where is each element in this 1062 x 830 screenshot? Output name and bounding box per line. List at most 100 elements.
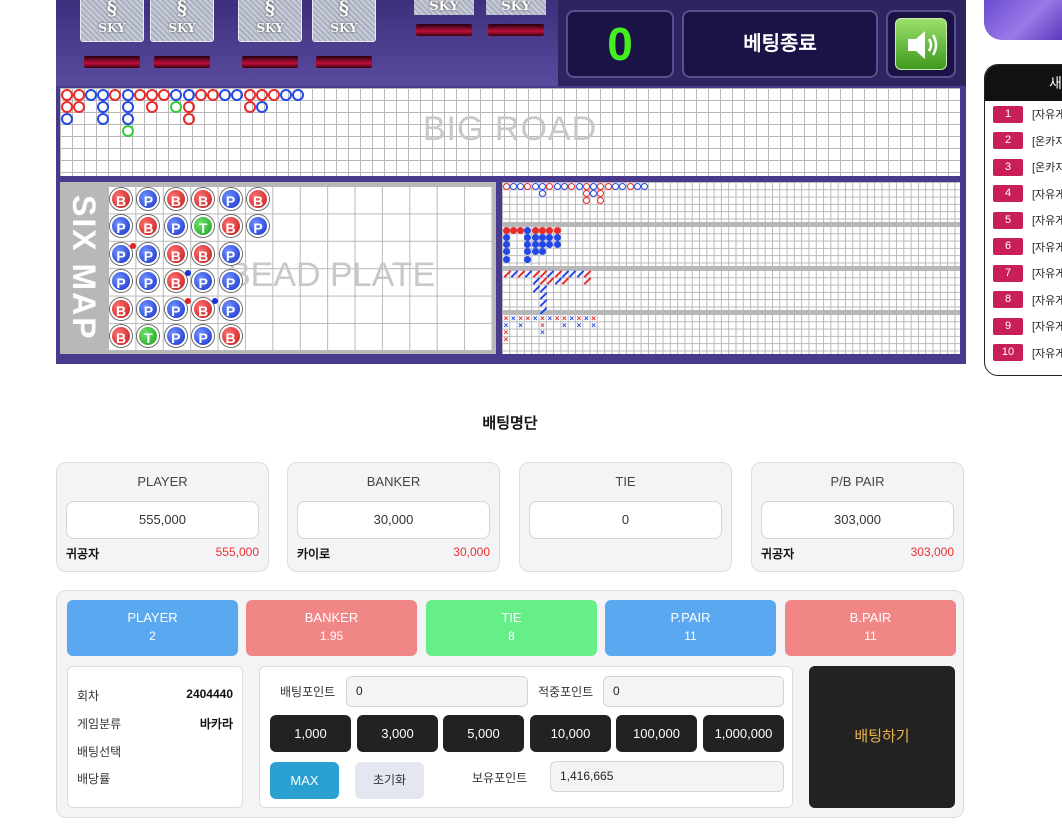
road-mark	[503, 270, 511, 278]
notice-item[interactable]: 6 [자유게	[985, 234, 1062, 261]
notice-item[interactable]: 9 [자유게	[985, 313, 1062, 340]
notice-item[interactable]: 7 [자유게	[985, 260, 1062, 287]
bet-option-player[interactable]: PLAYER 2	[67, 600, 238, 656]
road-mark	[539, 241, 546, 249]
bet-option-banker[interactable]: BANKER 1.95	[246, 600, 417, 656]
notice-item[interactable]: 4 [자유게	[985, 181, 1062, 208]
bet-summary-player: PLAYER 555,000 귀공자 555,000	[56, 462, 269, 572]
card-back: SKY	[486, 0, 546, 15]
bet-point-label: 배팅포인트	[280, 685, 336, 699]
bead-mark: P	[164, 325, 187, 347]
road-mark	[546, 241, 554, 249]
notice-number: 9	[993, 317, 1023, 335]
big-road-mark	[194, 88, 207, 101]
road-mark	[597, 189, 605, 197]
countdown-display: 0	[566, 10, 674, 78]
road-mark	[641, 182, 649, 190]
notice-item[interactable]: 1 [자유게	[985, 101, 1062, 128]
road-mark	[524, 226, 532, 234]
notice-number: 10	[993, 344, 1023, 362]
road-mark	[539, 248, 546, 256]
road-mark	[531, 182, 539, 190]
big-road-mark	[206, 88, 219, 101]
road-mark	[524, 182, 532, 190]
option-name: PLAYER	[127, 610, 178, 625]
big-road-mark	[243, 100, 256, 113]
notice-number: 4	[993, 185, 1023, 203]
road-mark	[553, 241, 561, 249]
notice-item[interactable]: 3 [온카지	[985, 154, 1062, 181]
bead-mark: P	[137, 297, 160, 320]
hit-point-label: 적중포인트	[538, 685, 594, 699]
control-area: 0 베팅종료	[558, 0, 966, 86]
road-mark	[502, 241, 510, 249]
road-mark	[531, 233, 539, 241]
notice-item[interactable]: 10 [자유게	[985, 340, 1062, 367]
big-road-mark	[60, 100, 73, 113]
bead-mark: P	[164, 297, 187, 320]
derived-roads: × × × × × × × × × × × × × × × × × × × × × ×	[502, 182, 960, 354]
reset-button[interactable]: 초기화	[355, 762, 424, 799]
game-type-row: 게임분류 바카라	[77, 715, 233, 735]
game-page: § SKY § SKY § SKY § SKY SKY SKY 0 베팅종료 B…	[0, 0, 1062, 830]
notice-title: [자유게	[1032, 321, 1062, 334]
betting-status: 베팅종료	[682, 10, 878, 78]
road-mark	[560, 182, 568, 190]
x-road: × × × × × × × × × × × × × × × × × × × × × ×	[502, 314, 960, 354]
big-road-mark	[133, 88, 146, 101]
road-mark	[582, 182, 590, 190]
road-mark	[546, 233, 554, 241]
big-road-mark	[109, 88, 122, 101]
sound-button[interactable]	[886, 10, 956, 78]
bet-summary-banker: BANKER 30,000 카이로 30,000	[287, 462, 500, 572]
big-road-mark	[255, 100, 268, 113]
big-road-mark	[72, 100, 85, 113]
bead-mark: P	[247, 215, 269, 238]
bead-mark: P	[110, 215, 132, 238]
option-odds: 2	[149, 629, 156, 643]
big-road-mark	[121, 124, 134, 137]
road-mark	[576, 270, 584, 278]
pair-dot	[212, 297, 219, 304]
chip-100000[interactable]: 100,000	[616, 715, 697, 752]
road-mark	[517, 182, 525, 190]
summary-amount: 303,000	[910, 545, 954, 559]
big-road-mark	[170, 88, 183, 101]
notice-title: [자유게	[1032, 294, 1062, 307]
pair-dot	[184, 297, 191, 304]
notice-number: 3	[993, 158, 1023, 176]
bead-mark: P	[137, 188, 160, 210]
bead-plate: BEAD PLATE BPPPBBPBPPPTBPBBPPBTBPBPPBPPP…	[108, 186, 492, 350]
road-mark	[524, 255, 532, 263]
big-road-mark	[182, 112, 195, 125]
notice-item[interactable]: 5 [자유게	[985, 207, 1062, 234]
six-map-area: SIX MAP BEAD PLATE BPPPBBPBPPPTBPBBPPBTB…	[60, 182, 496, 354]
bet-option-player-pair[interactable]: P.PAIR 11	[605, 600, 776, 656]
chip-1000000[interactable]: 1,000,000	[703, 715, 784, 752]
big-road-mark	[145, 100, 158, 113]
bet-option-tie[interactable]: TIE 8	[426, 600, 597, 656]
promo-banner[interactable]	[984, 0, 1062, 40]
card-area: § SKY § SKY § SKY § SKY SKY SKY	[56, 0, 558, 86]
road-mark	[582, 189, 590, 197]
chip-5000[interactable]: 5,000	[443, 715, 524, 752]
bet-option-banker-pair[interactable]: B.PAIR 11	[785, 600, 956, 656]
chip-1000[interactable]: 1,000	[270, 715, 351, 752]
speaker-icon	[895, 18, 947, 70]
notice-item[interactable]: 2 [온카지	[985, 128, 1062, 155]
bet-summary-tie: TIE 0	[519, 462, 732, 572]
road-mark	[539, 182, 546, 190]
big-road-mark	[145, 88, 158, 101]
road-mark	[539, 189, 546, 197]
chip-3000[interactable]: 3,000	[357, 715, 438, 752]
place-bet-button[interactable]: 배팅하기	[809, 666, 955, 808]
card-back: § SKY	[312, 0, 376, 42]
max-button[interactable]: MAX	[270, 762, 339, 799]
hit-point-input: 0	[603, 676, 784, 707]
summary-amount: 555,000	[215, 545, 259, 559]
notice-item[interactable]: 8 [자유게	[985, 287, 1062, 314]
summary-total: 303,000	[761, 501, 954, 539]
chip-10000[interactable]: 10,000	[530, 715, 611, 752]
bet-point-input[interactable]: 0	[346, 676, 528, 707]
bead-mark: P	[219, 270, 242, 293]
